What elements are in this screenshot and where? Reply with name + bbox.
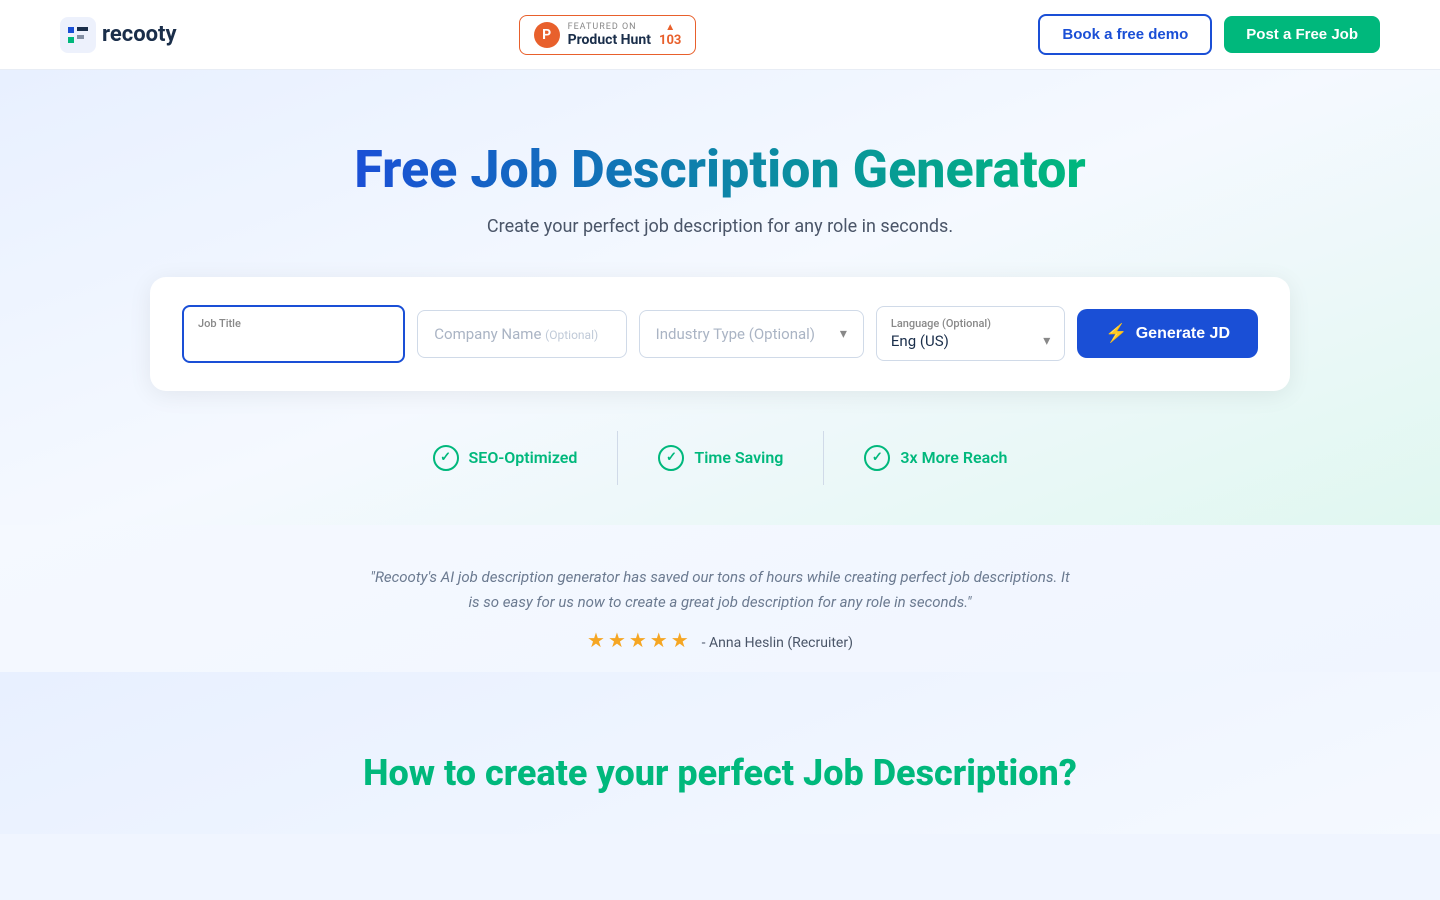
- testimonial-quote: "Recooty's AI job description generator …: [370, 565, 1070, 616]
- how-to-section: How to create your perfect Job Descripti…: [0, 672, 1440, 834]
- company-name-placeholder: Company Name (Optional): [434, 325, 598, 343]
- job-title-field[interactable]: Job Title: [182, 305, 405, 363]
- bolt-icon: ⚡: [1105, 323, 1127, 344]
- feature-seo-label: SEO-Optimized: [469, 448, 578, 467]
- logo-text: recooty: [102, 22, 177, 47]
- how-to-title-part1: How to create your perfect: [363, 752, 803, 794]
- ph-arrow-icon: ▲: [665, 22, 675, 33]
- generate-jd-label: Generate JD: [1136, 325, 1230, 343]
- check-icon-reach: ✓: [864, 445, 890, 471]
- star-rating: ★★★★★: [587, 628, 692, 652]
- feature-seo-optimized: ✓ SEO-Optimized: [393, 431, 619, 485]
- language-value-row: Eng (US) ▾: [891, 332, 1050, 350]
- job-title-label: Job Title: [198, 317, 389, 330]
- generator-form-card: Job Title Company Name (Optional) Indust…: [150, 277, 1290, 391]
- hero-subtitle: Create your perfect job description for …: [487, 216, 953, 237]
- language-value-text: Eng (US): [891, 332, 949, 350]
- testimonial-section: "Recooty's AI job description generator …: [0, 525, 1440, 672]
- job-title-input[interactable]: [198, 334, 389, 351]
- ph-featured-label: FEATURED ON: [568, 22, 651, 32]
- language-field[interactable]: Language (Optional) Eng (US) ▾: [876, 306, 1065, 361]
- navbar: recooty P FEATURED ON Product Hunt ▲ 103…: [0, 0, 1440, 70]
- hero-section: Free Job Description Generator Create yo…: [0, 70, 1440, 525]
- feature-time-label: Time Saving: [694, 448, 783, 467]
- how-to-title: How to create your perfect Job Descripti…: [60, 752, 1380, 794]
- post-free-job-button[interactable]: Post a Free Job: [1224, 16, 1380, 53]
- features-row: ✓ SEO-Optimized ✓ Time Saving ✓ 3x More …: [393, 431, 1048, 485]
- chevron-down-icon: ▾: [840, 326, 847, 342]
- feature-reach-label: 3x More Reach: [900, 448, 1007, 467]
- generate-jd-button[interactable]: ⚡ Generate JD: [1077, 309, 1258, 358]
- language-chevron-icon: ▾: [1043, 333, 1050, 349]
- ph-logo-icon: P: [534, 22, 560, 48]
- feature-more-reach: ✓ 3x More Reach: [824, 431, 1047, 485]
- industry-type-field[interactable]: Industry Type (Optional) ▾: [639, 310, 864, 358]
- product-hunt-badge[interactable]: P FEATURED ON Product Hunt ▲ 103: [519, 15, 697, 55]
- book-demo-button[interactable]: Book a free demo: [1038, 14, 1212, 55]
- industry-placeholder: Industry Type (Optional): [656, 325, 815, 343]
- testimonial-rating-row: ★★★★★ - Anna Heslin (Recruiter): [60, 628, 1380, 652]
- hero-title: Free Job Description Generator: [354, 140, 1086, 200]
- logo-area: recooty: [60, 17, 177, 53]
- company-name-field[interactable]: Company Name (Optional): [417, 310, 626, 358]
- how-to-title-part2: Job Description: [803, 752, 1059, 794]
- reviewer-name: - Anna Heslin (Recruiter): [702, 635, 853, 651]
- ph-info: FEATURED ON Product Hunt: [568, 22, 651, 48]
- feature-time-saving: ✓ Time Saving: [618, 431, 824, 485]
- check-icon-time: ✓: [658, 445, 684, 471]
- ph-count-number: 103: [659, 33, 681, 48]
- how-to-title-part3: ?: [1059, 752, 1077, 794]
- nav-buttons: Book a free demo Post a Free Job: [1038, 14, 1380, 55]
- ph-count-area: ▲ 103: [659, 22, 681, 48]
- ph-name-label: Product Hunt: [568, 32, 651, 48]
- check-icon-seo: ✓: [433, 445, 459, 471]
- logo-icon: [60, 17, 96, 53]
- language-label: Language (Optional): [891, 317, 1050, 330]
